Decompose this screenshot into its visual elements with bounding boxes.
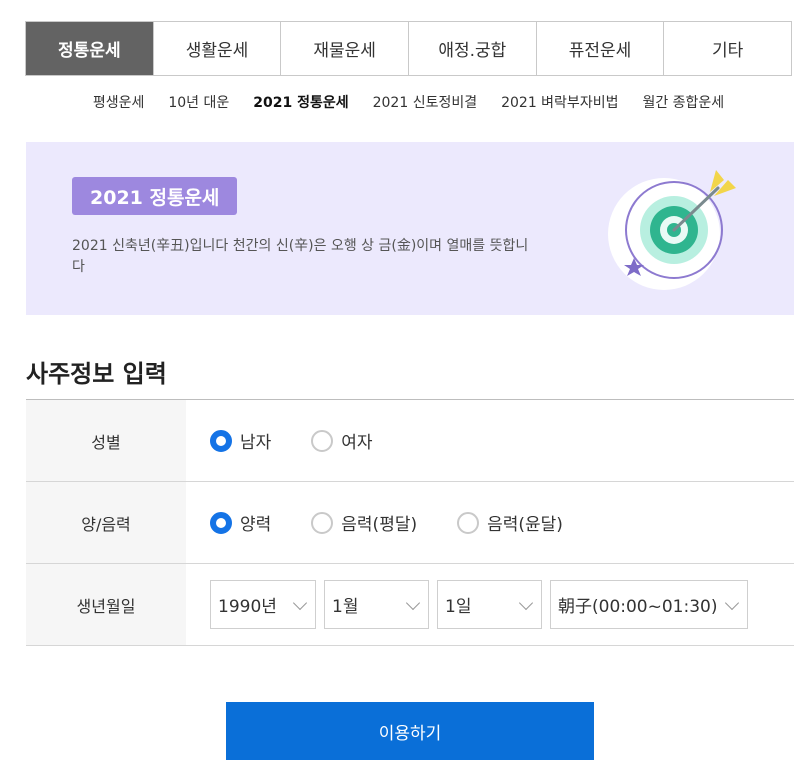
banner-description: 2021 신축년(辛丑)입니다 천간의 신(辛)은 오행 상 금(金)이며 열매…: [72, 238, 529, 275]
birth-day-value: 1일: [445, 597, 472, 617]
calendar-options: 양력 음력(평달) 음력(윤달): [186, 482, 794, 563]
birth-year-value: 1990년: [218, 597, 277, 617]
gender-row: 성별 남자 여자: [26, 400, 794, 482]
radio-unchecked-icon: [311, 511, 334, 534]
birth-hour-value: 朝子(00:00~01:30): [558, 597, 718, 617]
radio-unchecked-icon: [311, 429, 334, 452]
gender-male-radio[interactable]: 남자: [210, 428, 271, 453]
birthdate-label: 생년월일: [26, 564, 186, 645]
subnav-2021-rich[interactable]: 2021 벼락부자비법: [501, 92, 618, 112]
saju-input-form: 성별 남자 여자 양/음력 양력 음력(평달) 음력(윤달) 생년월일 1990…: [26, 399, 794, 646]
tab-wealth[interactable]: 재물운세: [280, 22, 408, 75]
calendar-label: 양/음력: [26, 482, 186, 563]
subnav-10year[interactable]: 10년 대운: [168, 92, 229, 112]
gender-male-label: 남자: [240, 433, 272, 453]
banner-badge: 2021 정통운세: [72, 177, 238, 215]
hero-banner: 2021 정통운세 2021 신축년(辛丑)입니다 천간의 신(辛)은 오행 상…: [26, 142, 794, 315]
radio-checked-icon: [210, 429, 232, 452]
calendar-solar-label: 양력: [240, 515, 272, 535]
gender-options: 남자 여자: [186, 400, 794, 481]
category-tabs: 정통운세 생활운세 재물운세 애정.궁합 퓨전운세 기타: [25, 21, 792, 76]
gender-female-radio[interactable]: 여자: [311, 428, 373, 453]
calendar-solar-radio[interactable]: 양력: [210, 510, 271, 535]
sub-navigation: 평생운세 10년 대운 2021 정통운세 2021 신토정비결 2021 벼락…: [25, 92, 792, 112]
chevron-down-icon: [724, 595, 740, 611]
section-title: 사주정보 입력: [26, 360, 167, 388]
tab-lifestyle[interactable]: 생활운세: [152, 22, 281, 75]
tab-love[interactable]: 애정.궁합: [408, 22, 536, 75]
calendar-lunar-normal-label: 음력(평달): [341, 515, 418, 535]
submit-button[interactable]: 이용하기: [226, 702, 594, 760]
birth-hour-select[interactable]: 朝子(00:00~01:30): [550, 580, 748, 629]
calendar-lunar-leap-radio[interactable]: 음력(윤달): [457, 510, 563, 535]
subnav-2021-tojeong[interactable]: 2021 신토정비결: [373, 92, 477, 112]
radio-unchecked-icon: [457, 511, 480, 534]
gender-label: 성별: [26, 400, 186, 481]
birthdate-selects: 1990년 1월 1일 朝子(00:00~01:30): [186, 564, 794, 645]
calendar-lunar-leap-label: 음력(윤달): [487, 515, 563, 535]
subnav-2021-jeongtong[interactable]: 2021 정통운세: [253, 92, 348, 112]
target-dart-icon: [608, 170, 736, 290]
radio-checked-icon: [210, 511, 232, 534]
subnav-monthly[interactable]: 월간 종합운세: [642, 92, 724, 112]
subnav-lifetime[interactable]: 평생운세: [93, 92, 145, 112]
birth-year-select[interactable]: 1990년: [210, 580, 316, 629]
tab-jeongtong[interactable]: 정통운세: [26, 22, 153, 75]
calendar-row: 양/음력 양력 음력(평달) 음력(윤달): [26, 482, 794, 564]
birth-month-value: 1월: [332, 597, 359, 617]
chevron-down-icon: [518, 595, 534, 611]
chevron-down-icon: [405, 595, 421, 611]
tab-fusion[interactable]: 퓨전운세: [535, 22, 664, 75]
birth-day-select[interactable]: 1일: [437, 580, 542, 629]
calendar-lunar-normal-radio[interactable]: 음력(평달): [311, 510, 417, 535]
tab-etc[interactable]: 기타: [663, 22, 791, 75]
birth-month-select[interactable]: 1월: [324, 580, 429, 629]
chevron-down-icon: [292, 595, 308, 611]
birthdate-row: 생년월일 1990년 1월 1일 朝子(00:00~01:30): [26, 564, 794, 646]
gender-female-label: 여자: [341, 433, 373, 453]
